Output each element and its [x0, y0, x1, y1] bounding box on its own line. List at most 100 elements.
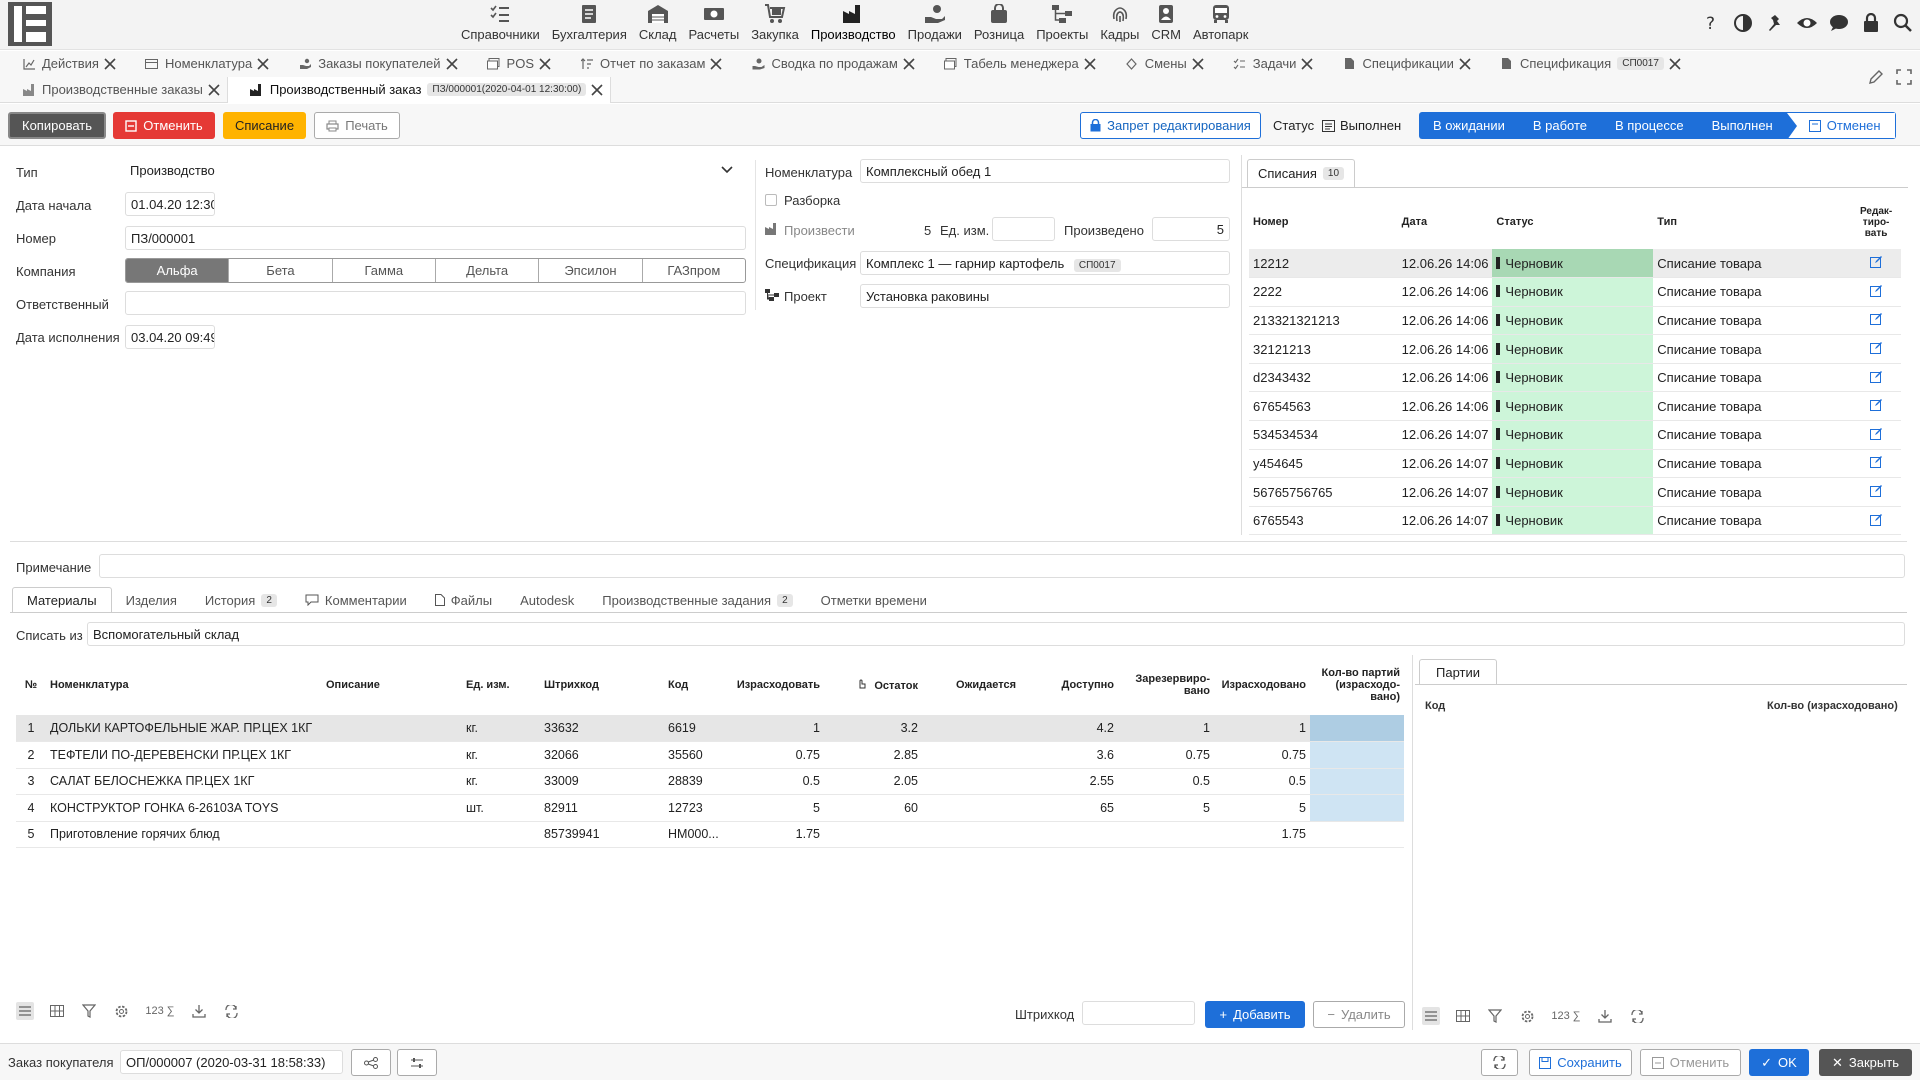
status-step[interactable]: В работе [1519, 112, 1601, 139]
pin-icon[interactable] [1764, 12, 1786, 34]
settings-gear-icon[interactable] [112, 1002, 130, 1020]
disassembly-checkbox[interactable] [765, 194, 777, 206]
status-step[interactable]: В ожидании [1419, 112, 1519, 139]
settings-gear-icon[interactable] [1518, 1007, 1536, 1025]
barcode-input[interactable] [1082, 1001, 1195, 1025]
material-row[interactable]: 4 КОНСТРУКТОР ГОНКА 6-26103A TOYS шт. 82911… [16, 794, 1404, 822]
exec-date-input[interactable]: 03.04.20 09:49 [125, 325, 215, 349]
close-tab-icon[interactable] [1458, 57, 1472, 71]
company-option[interactable]: ГАЗпром [641, 259, 745, 282]
chat-icon[interactable] [1828, 12, 1850, 34]
edit-icon[interactable] [1869, 456, 1883, 471]
download-icon[interactable] [190, 1002, 208, 1020]
eye-icon[interactable] [1796, 12, 1818, 34]
list-view-icon[interactable] [16, 1002, 34, 1020]
customer-order-input[interactable]: ОП/000007 (2020-03-31 18:58:33) [120, 1050, 343, 1074]
cancel-changes-button[interactable]: Отменить [1640, 1049, 1741, 1076]
start-date-input[interactable]: 01.04.20 12:30 [125, 192, 215, 216]
tab-item[interactable]: Отчет по заказам [558, 51, 729, 76]
close-button[interactable]: ✕ Закрыть [1819, 1049, 1912, 1076]
responsible-input[interactable] [125, 291, 746, 315]
nomenclature-input[interactable]: Комплексный обед 1 [860, 159, 1230, 183]
totals-sum-icon[interactable]: 123 ∑ [144, 1002, 176, 1020]
sliders-button[interactable] [397, 1049, 437, 1076]
grid-view-icon[interactable] [48, 1002, 66, 1020]
company-option[interactable]: Эпсилон [538, 259, 641, 282]
writeoff-row[interactable]: 56765756765 12.06.26 14:07 Черновик Списани… [1249, 477, 1901, 507]
type-select[interactable]: Производство [125, 159, 745, 183]
print-button[interactable]: Печать [314, 112, 400, 139]
close-tab-icon[interactable] [256, 57, 270, 71]
edit-lock-button[interactable]: Запрет редактирования [1080, 112, 1261, 139]
company-option[interactable]: Бета [228, 259, 331, 282]
writeoff-button[interactable]: Списание [223, 112, 306, 139]
module-ledger[interactable]: Бухгалтерия [546, 0, 633, 46]
close-tab-icon[interactable] [1191, 57, 1205, 71]
produced-input[interactable]: 5 [1152, 217, 1230, 241]
grid-view-icon[interactable] [1454, 1007, 1472, 1025]
edit-icon[interactable] [1869, 513, 1883, 529]
company-option[interactable]: Гамма [331, 259, 435, 282]
edit-icon[interactable] [1869, 284, 1883, 300]
list-view-icon[interactable] [1422, 1007, 1440, 1025]
edit-icon[interactable] [1869, 399, 1883, 414]
close-tab-icon[interactable] [103, 57, 117, 71]
close-tab-icon[interactable] [902, 57, 916, 71]
close-tab-icon[interactable] [590, 83, 604, 97]
status-step[interactable]: Выполнен [1698, 112, 1787, 139]
edit-pencil-icon[interactable] [1868, 69, 1884, 88]
writeoff-row[interactable]: 6765543 12.06.26 14:07 Черновик Списание то… [1249, 506, 1901, 536]
totals-sum-icon[interactable]: 123 ∑ [1550, 1007, 1582, 1025]
writeoff-row[interactable]: y454645 12.06.26 14:07 Черновик Списание то… [1249, 449, 1901, 479]
download-icon[interactable] [1596, 1007, 1614, 1025]
detail-tab[interactable]: Производственные задания 2 [588, 587, 806, 613]
theme-contrast-icon[interactable] [1732, 12, 1754, 34]
status-step[interactable]: Отменен [1786, 112, 1896, 139]
app-logo[interactable] [8, 2, 52, 46]
tab-item[interactable]: Заказы покупателей [276, 51, 464, 76]
module-bag[interactable]: Розница [968, 0, 1030, 46]
specification-input[interactable]: Комплекс 1 — гарнир картофель СП0017 [860, 251, 1230, 275]
source-warehouse-input[interactable]: Вспомогательный склад [87, 622, 1905, 646]
reload-button[interactable] [1481, 1049, 1518, 1076]
module-hand-coin[interactable]: Продажи [902, 0, 968, 46]
module-factory[interactable]: Производство [805, 0, 902, 46]
writeoff-row[interactable]: 12212 12.06.26 14:06 Черновик Списание това… [1249, 249, 1901, 279]
project-input[interactable]: Установка раковины [860, 284, 1230, 308]
ok-button[interactable]: ✓ OK [1749, 1049, 1809, 1076]
close-tab-icon[interactable] [1300, 57, 1314, 71]
edit-icon[interactable] [1869, 370, 1883, 386]
company-option[interactable]: Дельта [434, 259, 538, 282]
edit-icon[interactable] [1869, 427, 1883, 443]
filter-icon[interactable] [1486, 1007, 1504, 1025]
material-row[interactable]: 5 Приготовление горячих блюд 85739941 НМ000… [16, 821, 1404, 848]
edit-icon[interactable] [1869, 485, 1883, 500]
edit-icon[interactable] [1869, 256, 1883, 271]
tab-item[interactable]: Действия [0, 51, 123, 76]
tab-item[interactable]: Производственный заказ ПЗ/000001(2020-04-… [226, 76, 612, 103]
material-row[interactable]: 2 ТЕФТЕЛИ ПО-ДЕРЕВЕНСКИ ПР.ЦЕХ 1КГ кг. 3206… [16, 741, 1404, 769]
detail-tab[interactable]: Отметки времени [807, 587, 941, 613]
tab-item[interactable]: Задачи [1211, 51, 1321, 76]
share-button[interactable] [351, 1049, 391, 1076]
detail-tab[interactable]: Autodesk [506, 587, 588, 613]
writeoff-row[interactable]: 2222 12.06.26 14:06 Черновик Списание товар… [1249, 277, 1901, 307]
tab-item[interactable]: Смены [1103, 51, 1211, 76]
number-input[interactable]: ПЗ/000001 [125, 226, 746, 250]
writeoffs-tab[interactable]: Списания 10 [1247, 159, 1356, 187]
close-tab-icon[interactable] [538, 57, 552, 71]
material-row[interactable]: 1 ДОЛЬКИ КАРТОФЕЛЬНЫЕ ЖАР. ПР.ЦЕХ 1КГ кг. 3… [16, 715, 1404, 742]
module-sitemap[interactable]: Проекты [1030, 0, 1094, 46]
close-tab-icon[interactable] [1668, 57, 1682, 71]
tab-item[interactable]: Табель менеджера [922, 51, 1103, 76]
writeoff-row[interactable]: 213321321213 12.06.26 14:06 Черновик Списан… [1249, 306, 1901, 336]
refresh-icon[interactable] [1628, 1007, 1646, 1025]
module-contact[interactable]: CRM [1145, 0, 1187, 46]
module-bus[interactable]: Автопарк [1187, 0, 1255, 46]
writeoff-row[interactable]: 534534534 12.06.26 14:07 Черновик Списание … [1249, 420, 1901, 450]
detail-tab[interactable]: История 2 [191, 587, 291, 613]
module-cart[interactable]: Закупка [745, 0, 805, 46]
close-tab-icon[interactable] [207, 83, 221, 97]
tab-item[interactable]: Спецификация СП0017 [1478, 51, 1688, 76]
detail-tab[interactable]: Изделия [112, 587, 191, 613]
